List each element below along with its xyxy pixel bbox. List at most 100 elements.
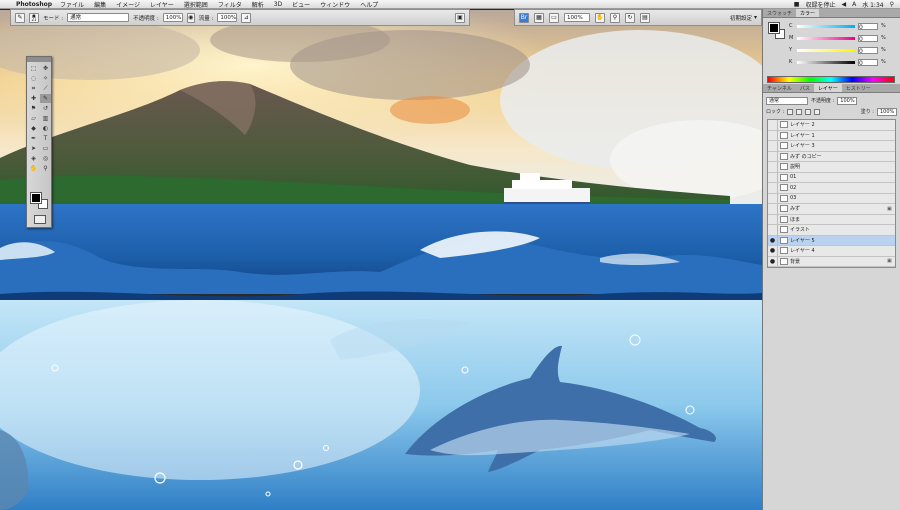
layer-row[interactable]: ● レイヤー 5	[768, 235, 895, 246]
fill-field[interactable]: 100%	[877, 107, 897, 116]
blend-mode-select[interactable]: 通常	[67, 13, 130, 22]
layer-row[interactable]: レイヤー 1	[768, 130, 895, 141]
crop-tool-icon[interactable]: ⌗	[28, 84, 39, 93]
language-icon[interactable]: A	[852, 1, 856, 8]
layer-row[interactable]: 説明	[768, 161, 895, 173]
3d-orbit-tool-icon[interactable]: ◎	[40, 154, 51, 163]
stamp-tool-icon[interactable]: ⚑	[28, 104, 39, 113]
history-brush-tool-icon[interactable]: ↺	[40, 104, 51, 113]
blur-tool-icon[interactable]: ◆	[28, 124, 39, 133]
layer-row[interactable]: みず のコピー	[768, 151, 895, 162]
visibility-eye-icon[interactable]	[768, 161, 778, 172]
layer-row[interactable]: ほま	[768, 214, 895, 225]
visibility-eye-icon[interactable]	[768, 203, 778, 214]
layer-opacity-field[interactable]: 100%	[837, 96, 858, 105]
pen-tool-icon[interactable]: ✒	[28, 134, 39, 143]
visibility-eye-icon[interactable]: ●	[768, 235, 778, 246]
yellow-field[interactable]: 0	[858, 46, 878, 55]
magenta-slider[interactable]	[797, 36, 855, 40]
magic-wand-tool-icon[interactable]: ✧	[40, 74, 51, 83]
layer-name[interactable]: レイヤー 5	[790, 237, 887, 244]
lock-pixels-icon[interactable]	[796, 108, 803, 115]
bridge-icon[interactable]: Br	[519, 12, 529, 23]
visibility-eye-icon[interactable]	[768, 182, 778, 193]
hand-tool-icon[interactable]: ✋	[28, 164, 39, 173]
zoom-icon[interactable]: ⚲	[610, 12, 620, 23]
spotlight-icon[interactable]: ⚲	[890, 1, 894, 8]
brush-preset-picker[interactable]: ● 21	[29, 12, 39, 23]
layer-name[interactable]: 02	[790, 185, 887, 191]
layer-name[interactable]: みず のコピー	[790, 153, 887, 160]
dodge-tool-icon[interactable]: ◐	[40, 124, 51, 133]
visibility-eye-icon[interactable]	[768, 140, 778, 151]
layer-blend-mode-select[interactable]: 通常	[766, 96, 808, 105]
opacity-pressure-icon[interactable]: ◉	[186, 12, 195, 23]
layer-row[interactable]: レイヤー 3	[768, 140, 895, 152]
magenta-field[interactable]: 0	[858, 34, 878, 43]
layer-row[interactable]: 03	[768, 193, 895, 204]
document-canvas[interactable]	[0, 10, 762, 510]
zoom-select[interactable]: 100%	[564, 13, 590, 22]
hand-icon[interactable]: ✋	[595, 12, 605, 23]
move-tool-icon[interactable]: ✥	[40, 64, 51, 73]
brush-tool-icon[interactable]: ✎	[15, 12, 25, 23]
menu-analysis[interactable]: 解析	[252, 0, 264, 9]
layer-name[interactable]: 背景	[790, 258, 887, 265]
tablet-pressure-icon[interactable]: ▣	[455, 12, 465, 23]
tab-layers[interactable]: レイヤー	[813, 84, 842, 92]
menu-view[interactable]: ビュー	[292, 0, 310, 9]
color-swatches[interactable]	[30, 192, 49, 209]
tab-color[interactable]: カラー	[796, 9, 820, 17]
layer-name[interactable]: レイヤー 2	[790, 121, 887, 128]
app-menu[interactable]: Photoshop	[16, 1, 52, 8]
layer-row[interactable]: ● レイヤー 4	[768, 245, 895, 257]
menu-filter[interactable]: フィルタ	[218, 0, 242, 9]
layer-name[interactable]: 説明	[790, 163, 887, 170]
tab-history[interactable]: ヒストリー	[842, 84, 875, 92]
grid-icon[interactable]: ▦	[534, 12, 544, 23]
3d-rotate-tool-icon[interactable]: ◈	[28, 154, 39, 163]
shape-tool-icon[interactable]: ▭	[40, 144, 51, 153]
healing-tool-icon[interactable]: ✚	[28, 94, 39, 103]
brush-tool-icon[interactable]: ✎	[40, 94, 51, 103]
menu-3d[interactable]: 3D	[274, 1, 282, 8]
marquee-tool-icon[interactable]: ⬚	[28, 64, 39, 73]
clock[interactable]: 水 1:34	[862, 0, 883, 9]
recording-status[interactable]: 収録を停止	[805, 0, 835, 9]
visibility-eye-icon[interactable]	[768, 172, 778, 183]
cyan-field[interactable]: 0	[858, 22, 878, 31]
menu-select[interactable]: 選択範囲	[184, 0, 208, 9]
workspace-select[interactable]: 初期設定	[730, 14, 752, 22]
layer-name[interactable]: みず	[790, 205, 887, 212]
layer-row[interactable]: 01	[768, 172, 895, 183]
recording-icon[interactable]: ■	[794, 1, 800, 8]
flow-field[interactable]: 100%	[217, 13, 238, 22]
layer-name[interactable]: レイヤー 1	[790, 132, 887, 139]
menu-file[interactable]: ファイル	[60, 0, 84, 9]
screen-mode-icon[interactable]: ▤	[640, 12, 650, 23]
rotate-icon[interactable]: ↻	[625, 12, 635, 23]
tab-swatches[interactable]: スウォッチ	[763, 9, 796, 17]
yellow-slider[interactable]	[797, 48, 855, 52]
visibility-eye-icon[interactable]	[768, 224, 778, 235]
tab-paths[interactable]: パス	[796, 84, 814, 92]
visibility-eye-icon[interactable]	[768, 193, 778, 204]
foreground-color-swatch[interactable]	[30, 192, 42, 204]
visibility-eye-icon[interactable]: ●	[768, 245, 778, 256]
chevron-down-icon[interactable]: ▾	[754, 14, 757, 21]
visibility-eye-icon[interactable]: ●	[768, 256, 778, 267]
lock-position-icon[interactable]	[805, 108, 812, 115]
visibility-eye-icon[interactable]	[768, 214, 778, 225]
lasso-tool-icon[interactable]: ◌	[28, 74, 39, 83]
menu-layer[interactable]: レイヤー	[150, 0, 174, 9]
black-slider[interactable]	[797, 60, 855, 64]
zoom-tool-icon[interactable]: ⚲	[40, 164, 51, 173]
layer-name[interactable]: レイヤー 4	[790, 247, 887, 254]
opacity-field[interactable]: 100%	[162, 13, 183, 22]
visibility-eye-icon[interactable]	[768, 119, 778, 130]
layer-name[interactable]: 03	[790, 195, 887, 201]
quick-mask-icon[interactable]	[34, 215, 46, 224]
type-tool-icon[interactable]: T	[40, 134, 51, 143]
menu-image[interactable]: イメージ	[116, 0, 140, 9]
eyedropper-tool-icon[interactable]: ⟋	[40, 84, 51, 93]
